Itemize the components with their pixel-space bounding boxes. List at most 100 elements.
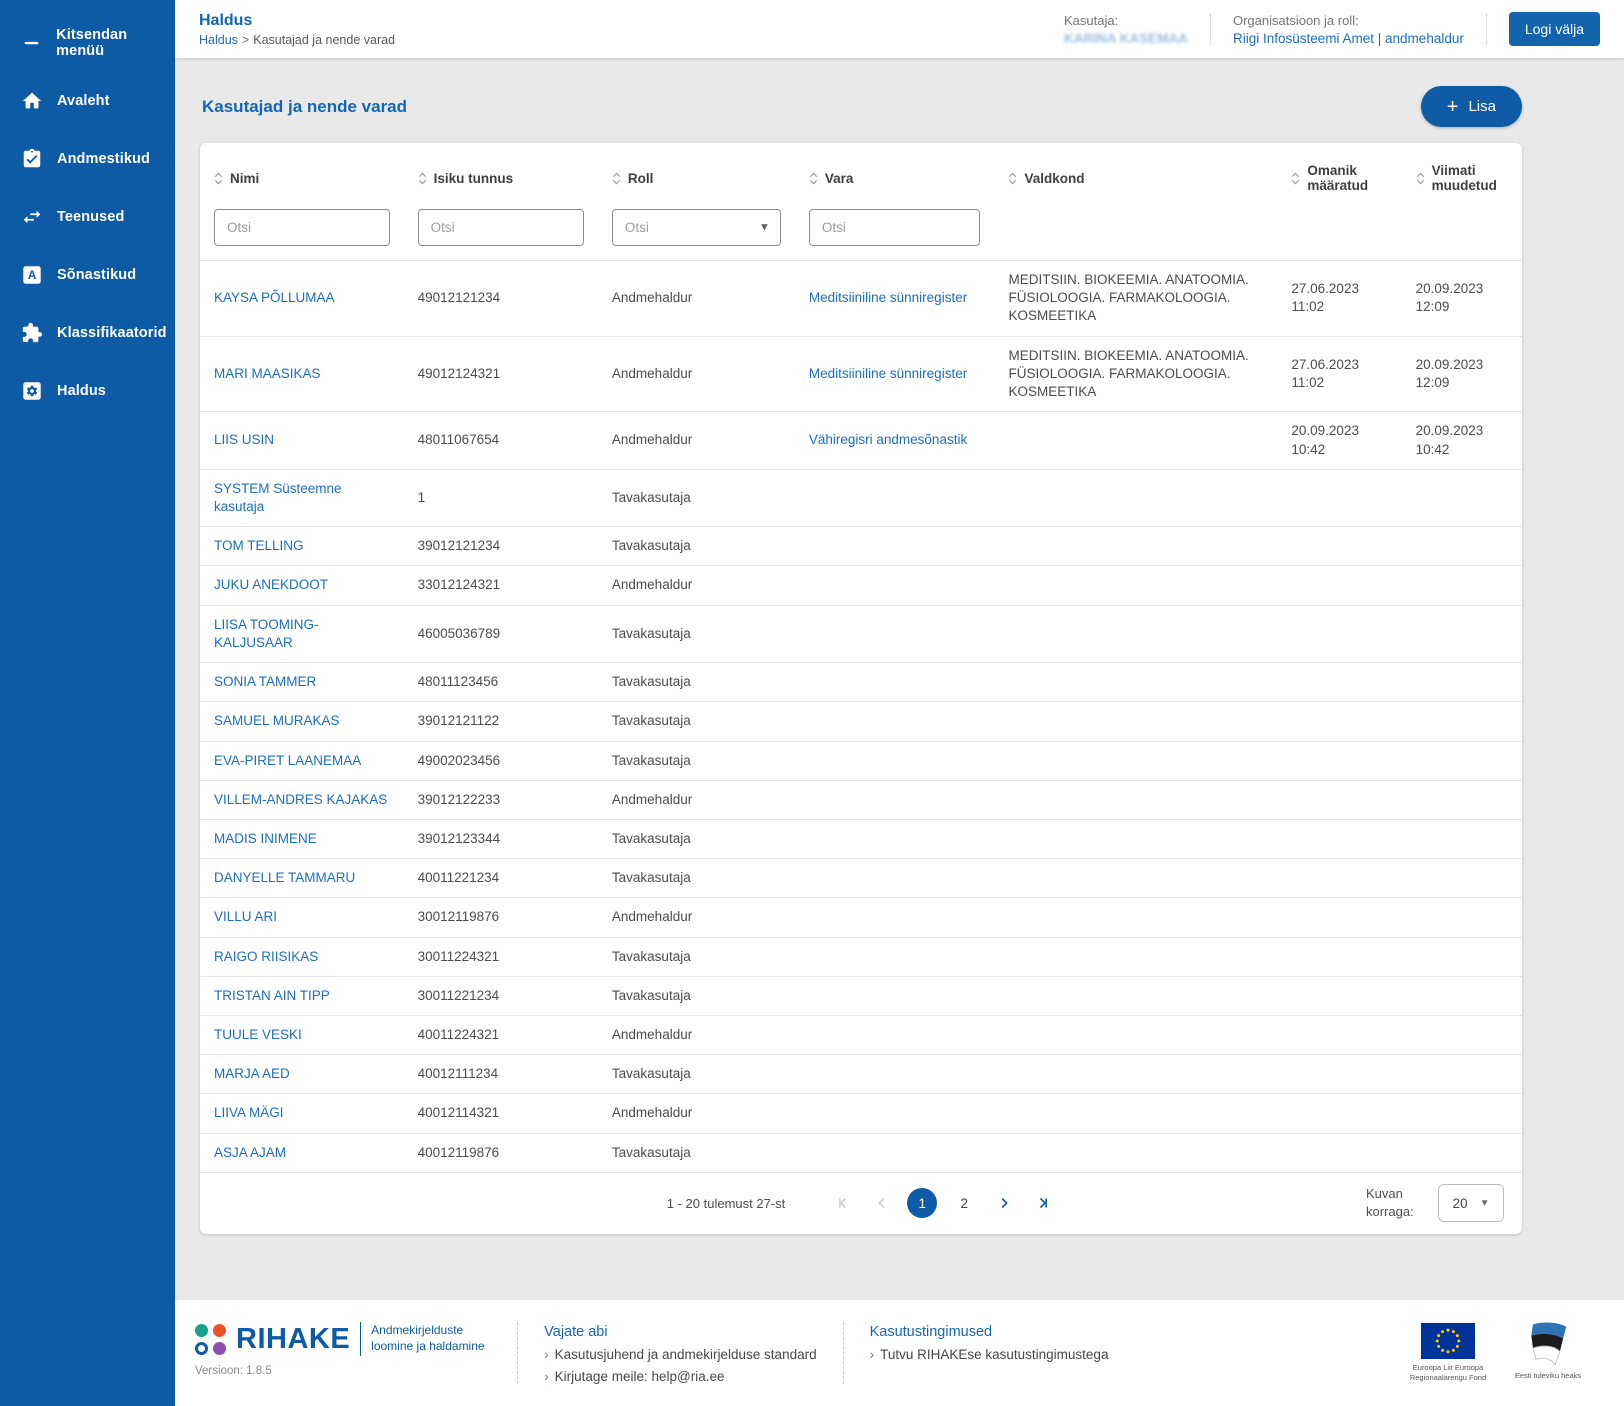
search-input-person-id[interactable] xyxy=(418,209,584,246)
domain-cell xyxy=(994,1133,1277,1172)
role-cell: Tavakasutaja xyxy=(598,976,795,1015)
user-name-link[interactable]: KAYSA PÕLLUMAA xyxy=(214,290,335,305)
version-label: Versioon: 1.8.5 xyxy=(195,1365,491,1377)
terms-title: Kasutustingimused xyxy=(870,1324,1109,1340)
sidebar-item-dictionaries[interactable]: A Sõnastikud xyxy=(0,246,175,304)
sidebar-item-home[interactable]: Avaleht xyxy=(0,72,175,130)
breadcrumb-current: Kasutajad ja nende varad xyxy=(253,33,395,47)
role-cell: Andmehaldur xyxy=(598,898,795,937)
page-2-button[interactable]: 2 xyxy=(949,1188,979,1218)
sidebar-item-label: Avaleht xyxy=(57,93,110,109)
search-select-role[interactable] xyxy=(612,209,781,246)
asset-link-cell xyxy=(795,819,995,858)
last-modified-cell xyxy=(1402,702,1522,741)
person-id-cell: 39012121122 xyxy=(404,702,598,741)
column-header-asset[interactable]: Vara xyxy=(795,143,995,209)
table-row: SONIA TAMMER48011123456Tavakasutaja xyxy=(200,663,1522,702)
column-header-name[interactable]: Nimi xyxy=(200,143,404,209)
owner-assigned-cell xyxy=(1277,469,1401,526)
help-link-manual[interactable]: ›Kasutusjuhend ja andmekirjelduse standa… xyxy=(544,1347,816,1362)
user-name-link[interactable]: TUULE VESKI xyxy=(214,1027,302,1042)
last-modified-cell xyxy=(1402,819,1522,858)
user-name-link[interactable]: TRISTAN AIN TIPP xyxy=(214,988,330,1003)
help-link-email[interactable]: ›Kirjutage meile: help@ria.ee xyxy=(544,1369,816,1384)
user-name-link[interactable]: VILLEM-ANDRES KAJAKAS xyxy=(214,792,387,807)
domain-cell xyxy=(994,1094,1277,1133)
breadcrumb-separator: > xyxy=(242,33,249,47)
select-arrow-icon: ▼ xyxy=(1480,1198,1490,1209)
owner-assigned-cell xyxy=(1277,976,1401,1015)
table-row: VILLEM-ANDRES KAJAKAS39012122233Andmehal… xyxy=(200,780,1522,819)
org-role-link[interactable]: Riigi Infosüsteemi Amet | andmehaldur xyxy=(1233,31,1464,46)
breadcrumb-root-link[interactable]: Haldus xyxy=(199,33,238,47)
rihake-logo-block: RIHAKE Andmekirjelduste loomine ja halda… xyxy=(195,1322,491,1377)
asset-link[interactable]: Meditsiiniline sünniregister xyxy=(809,366,967,381)
user-name-link[interactable]: RAIGO RIISIKAS xyxy=(214,949,318,964)
previous-page-button[interactable] xyxy=(869,1190,895,1216)
search-input-name[interactable] xyxy=(214,209,390,246)
user-name-link[interactable]: EVA-PIRET LAANEMAA xyxy=(214,753,361,768)
user-name-link[interactable]: MADIS INIMENE xyxy=(214,831,317,846)
asset-link-cell xyxy=(795,527,995,566)
sidebar-item-services[interactable]: Teenused xyxy=(0,188,175,246)
sidebar-item-label: Sõnastikud xyxy=(57,267,136,283)
column-header-owner-assigned[interactable]: Omanik määratud xyxy=(1277,143,1401,209)
asset-link[interactable]: Meditsiiniline sünniregister xyxy=(809,290,967,305)
column-header-role[interactable]: Roll xyxy=(598,143,795,209)
user-name-link[interactable]: SAMUEL MURAKAS xyxy=(214,713,340,728)
search-input-asset[interactable] xyxy=(809,209,981,246)
user-name-link[interactable]: SYSTEM Süsteemne kasutaja xyxy=(214,481,342,514)
user-name-link[interactable]: MARJA AED xyxy=(214,1066,290,1081)
sidebar-item-classifiers[interactable]: Klassifikaatorid xyxy=(0,304,175,362)
user-name-link[interactable]: VILLU ARI xyxy=(214,909,277,924)
user-name-link[interactable]: LIIS USIN xyxy=(214,432,274,447)
user-name-link[interactable]: LIISA TOOMING-KALJUSAAR xyxy=(214,617,319,650)
last-modified-cell xyxy=(1402,1094,1522,1133)
owner-assigned-cell xyxy=(1277,702,1401,741)
column-header-person-id[interactable]: Isiku tunnus xyxy=(404,143,598,209)
sidebar: Kitsendan menüü Avaleht Andmestikud Teen… xyxy=(0,0,175,1406)
asset-link-cell xyxy=(795,780,995,819)
owner-assigned-cell xyxy=(1277,1016,1401,1055)
sidebar-item-collapse-menu[interactable]: Kitsendan menüü xyxy=(0,14,175,72)
asset-link[interactable]: Vähiregisri andmesõnastik xyxy=(809,432,967,447)
user-name-link[interactable]: MARI MAASIKAS xyxy=(214,366,321,381)
add-button[interactable]: + Lisa xyxy=(1421,86,1522,127)
results-summary: 1 - 20 tulemust 27-st xyxy=(667,1196,786,1211)
table-row: EVA-PIRET LAANEMAA49002023456Tavakasutaj… xyxy=(200,741,1522,780)
page-1-button[interactable]: 1 xyxy=(907,1188,937,1218)
last-modified-cell xyxy=(1402,937,1522,976)
next-page-button[interactable] xyxy=(991,1190,1017,1216)
domain-cell xyxy=(994,702,1277,741)
sort-icon xyxy=(809,172,818,185)
domain-cell xyxy=(994,527,1277,566)
logout-button[interactable]: Logi välja xyxy=(1509,12,1600,46)
user-name-link[interactable]: SONIA TAMMER xyxy=(214,674,316,689)
sidebar-item-admin[interactable]: Haldus xyxy=(0,362,175,420)
sidebar-item-datasets[interactable]: Andmestikud xyxy=(0,130,175,188)
per-page-select[interactable]: 20 ▼ xyxy=(1438,1184,1504,1222)
user-name-link[interactable]: ASJA AJAM xyxy=(214,1145,286,1160)
user-name-link-cell: SONIA TAMMER xyxy=(200,663,404,702)
owner-assigned-cell xyxy=(1277,937,1401,976)
first-page-button[interactable] xyxy=(831,1190,857,1216)
role-cell: Tavakasutaja xyxy=(598,1055,795,1094)
terms-link[interactable]: ›Tutvu RIHAKEse kasutustingimustega xyxy=(870,1347,1109,1362)
user-name-link[interactable]: LIIVA MÄGI xyxy=(214,1105,284,1120)
user-name-link[interactable]: JUKU ANEKDOOT xyxy=(214,577,328,592)
role-cell: Andmehaldur xyxy=(598,780,795,819)
person-id-cell: 1 xyxy=(404,469,598,526)
user-name-link[interactable]: DANYELLE TAMMARU xyxy=(214,870,355,885)
brand-divider xyxy=(360,1322,361,1356)
estonia-flag-logo: Eesti tuleviku heaks xyxy=(1502,1322,1594,1381)
asset-link-cell xyxy=(795,898,995,937)
user-name-link[interactable]: TOM TELLING xyxy=(214,538,304,553)
user-name-link-cell: RAIGO RIISIKAS xyxy=(200,937,404,976)
last-modified-cell xyxy=(1402,859,1522,898)
sidebar-item-label: Andmestikud xyxy=(57,151,150,167)
column-header-last-modified[interactable]: Viimati muudetud xyxy=(1402,143,1522,209)
sort-icon xyxy=(418,172,427,185)
brand-tagline: Andmekirjelduste loomine ja haldamine xyxy=(371,1323,491,1354)
column-header-domain[interactable]: Valdkond xyxy=(994,143,1277,209)
last-page-button[interactable] xyxy=(1029,1190,1055,1216)
